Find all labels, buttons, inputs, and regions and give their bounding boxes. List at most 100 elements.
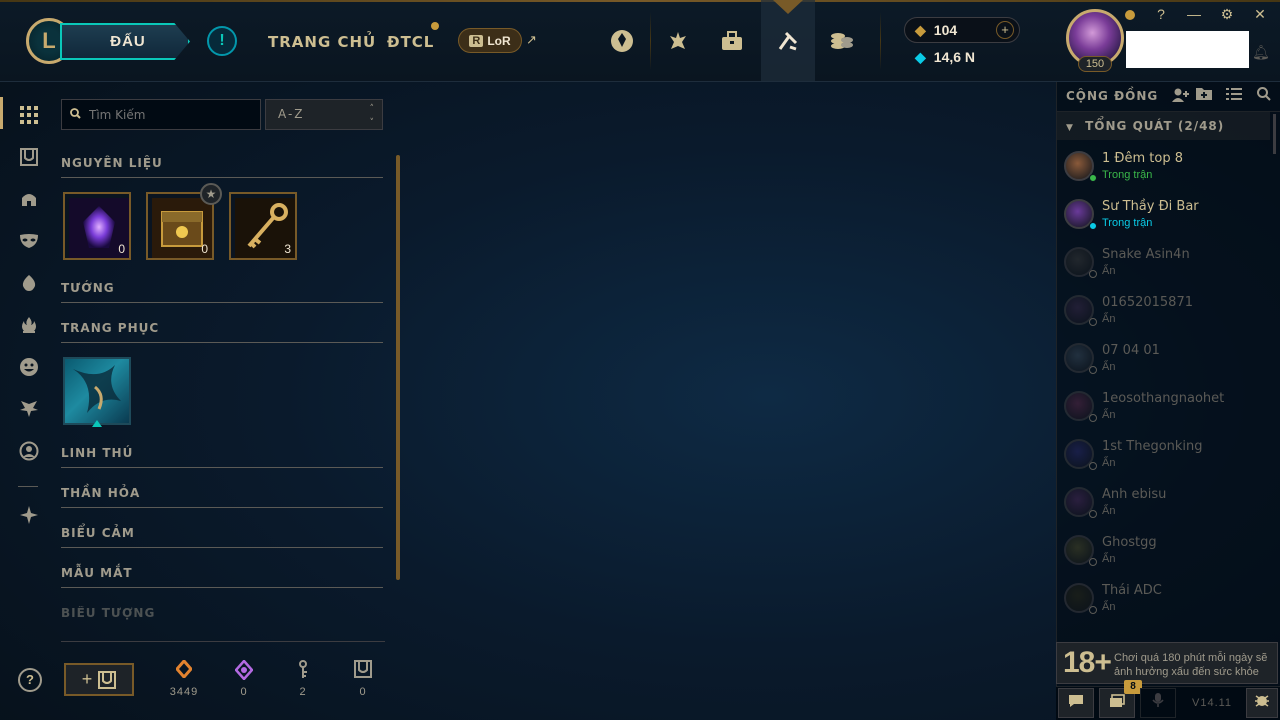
- friend-name: 01652015871: [1102, 295, 1193, 310]
- friend-status: Ẩn: [1102, 553, 1116, 565]
- sort-arrows-icon: ˄ ˅: [369, 104, 375, 128]
- chat-icon[interactable]: [1058, 688, 1094, 718]
- search-icon[interactable]: [1257, 87, 1271, 105]
- friend-row[interactable]: 1st Thegonking Ẩn: [1056, 431, 1270, 479]
- bottom-divider: [61, 641, 385, 642]
- help-button[interactable]: ?: [18, 668, 42, 692]
- lor-button[interactable]: R LoR: [458, 28, 522, 53]
- friend-row[interactable]: 07 04 01 Ẩn: [1056, 335, 1270, 383]
- friend-name: Anh ebisu: [1102, 487, 1167, 502]
- skin-marker-icon: [92, 420, 102, 427]
- chest-icon[interactable]: [17, 145, 41, 169]
- star-icon: ★: [200, 183, 222, 205]
- friend-row[interactable]: Thái ADC Ẩn: [1056, 575, 1270, 623]
- category-emotes[interactable]: BIỂU CẢM: [61, 526, 383, 548]
- loot-scrollbar[interactable]: [396, 155, 400, 580]
- loot-icon[interactable]: [829, 28, 855, 54]
- online-status-dot[interactable]: [1125, 10, 1135, 20]
- tile-count: 0: [201, 242, 208, 256]
- key-icon: [235, 198, 295, 258]
- notification-dot: [431, 22, 439, 30]
- key-fragment-icon: [283, 660, 323, 682]
- level-badge: 150: [1078, 56, 1112, 72]
- divider: [650, 12, 651, 70]
- category-wards[interactable]: THẦN HỎA: [61, 486, 383, 508]
- friend-status-dot: [1089, 510, 1097, 518]
- companion-icon[interactable]: [17, 397, 41, 421]
- profile-icon[interactable]: [17, 439, 41, 463]
- friend-status: Trong trận: [1102, 217, 1153, 229]
- nav-divider: [18, 486, 38, 487]
- bug-report-icon[interactable]: [1246, 688, 1278, 718]
- resource-value: 0: [240, 686, 248, 698]
- friend-status: Ẩn: [1102, 409, 1116, 421]
- friend-status: Trong trận: [1102, 169, 1153, 181]
- search-input[interactable]: [89, 107, 249, 122]
- nav-home[interactable]: TRANG CHỦ: [268, 33, 376, 51]
- friend-row[interactable]: 1 Đêm top 8 Trong trận: [1056, 143, 1270, 191]
- loot-tile-skin[interactable]: [63, 357, 131, 425]
- friend-group-header[interactable]: ▼ TỔNG QUÁT (2/48): [1056, 112, 1270, 140]
- settings-icon[interactable]: ⚙: [1218, 6, 1236, 23]
- loot-tile-gem[interactable]: 0: [63, 192, 131, 260]
- friend-name: Sư Thầy Đi Bar: [1102, 199, 1199, 214]
- category-skins[interactable]: TRANG PHỤC: [61, 321, 383, 343]
- friend-row[interactable]: Sư Thầy Đi Bar Trong trận: [1056, 191, 1270, 239]
- category-icons[interactable]: BIỂU TƯỢNG: [61, 606, 383, 620]
- alert-icon[interactable]: !: [207, 26, 237, 56]
- mask-icon[interactable]: [17, 229, 41, 253]
- category-companions[interactable]: LINH THÚ: [61, 446, 383, 468]
- flame-icon[interactable]: [17, 313, 41, 337]
- friend-status-dot: [1089, 606, 1097, 614]
- help-icon[interactable]: ?: [1152, 6, 1170, 22]
- search-field[interactable]: [61, 99, 261, 130]
- buy-rp-button[interactable]: +: [996, 21, 1014, 39]
- category-champions[interactable]: TƯỚNG: [61, 281, 383, 303]
- sort-dropdown[interactable]: A-Z ˄ ˅: [265, 99, 383, 130]
- craft-button[interactable]: +: [64, 663, 134, 696]
- ward-icon[interactable]: [17, 271, 41, 295]
- emote-icon[interactable]: [17, 355, 41, 379]
- close-icon[interactable]: ✕: [1251, 6, 1269, 23]
- be-icon: ◆: [915, 49, 926, 65]
- rp-value: 104: [933, 22, 958, 38]
- minimize-icon[interactable]: —: [1185, 6, 1203, 22]
- rp-icon: ◆: [915, 22, 926, 38]
- chest-icon: [343, 660, 383, 682]
- grid-icon[interactable]: [17, 103, 41, 127]
- nav-tft[interactable]: ĐTCL: [387, 33, 434, 51]
- clash-icon[interactable]: [609, 28, 635, 54]
- category-materials[interactable]: NGUYÊN LIỆU: [61, 156, 383, 178]
- add-friend-icon[interactable]: [1172, 87, 1190, 107]
- mythic-essence-icon: [224, 659, 264, 682]
- divider: [880, 12, 881, 70]
- challenges-icon[interactable]: [665, 28, 691, 54]
- friend-status-dot: [1089, 174, 1097, 182]
- collection-icon[interactable]: [775, 28, 801, 54]
- resource-orange-essence: 3449: [164, 658, 204, 698]
- list-icon[interactable]: [1226, 87, 1242, 105]
- crafting-icon[interactable]: [17, 503, 41, 527]
- lor-icon: R: [469, 34, 484, 47]
- friend-row[interactable]: Ghostgg Ẩn: [1056, 527, 1270, 575]
- friend-row[interactable]: Snake Asin4n Ẩn: [1056, 239, 1270, 287]
- friend-status-dot: [1089, 462, 1097, 470]
- warning-text: Chơi quá 180 phút mỗi ngày sẽ ảnh hưởng …: [1114, 652, 1268, 678]
- tile-count: 3: [284, 242, 291, 256]
- bell-icon[interactable]: 🔔︎: [1252, 44, 1270, 61]
- add-folder-icon[interactable]: [1196, 87, 1212, 105]
- category-eye-colors[interactable]: MẪU MẮT: [61, 566, 383, 588]
- health-warning: 18+ Chơi quá 180 phút mỗi ngày sẽ ảnh hư…: [1056, 642, 1278, 684]
- play-button[interactable]: ĐẤU: [60, 23, 190, 60]
- friend-status: Ẩn: [1102, 361, 1116, 373]
- helmet-icon[interactable]: [17, 187, 41, 211]
- friend-row[interactable]: Anh ebisu Ẩn: [1056, 479, 1270, 527]
- loot-tile-key[interactable]: 3: [229, 192, 297, 260]
- store-icon[interactable]: [719, 28, 745, 54]
- social-scrollbar[interactable]: [1273, 114, 1276, 154]
- friend-row[interactable]: 1eosothangnaohet Ẩn: [1056, 383, 1270, 431]
- microphone-icon[interactable]: [1140, 688, 1176, 718]
- friend-row[interactable]: 01652015871 Ẩn: [1056, 287, 1270, 335]
- friend-name: 1st Thegonking: [1102, 439, 1203, 454]
- tile-count: 0: [118, 242, 125, 256]
